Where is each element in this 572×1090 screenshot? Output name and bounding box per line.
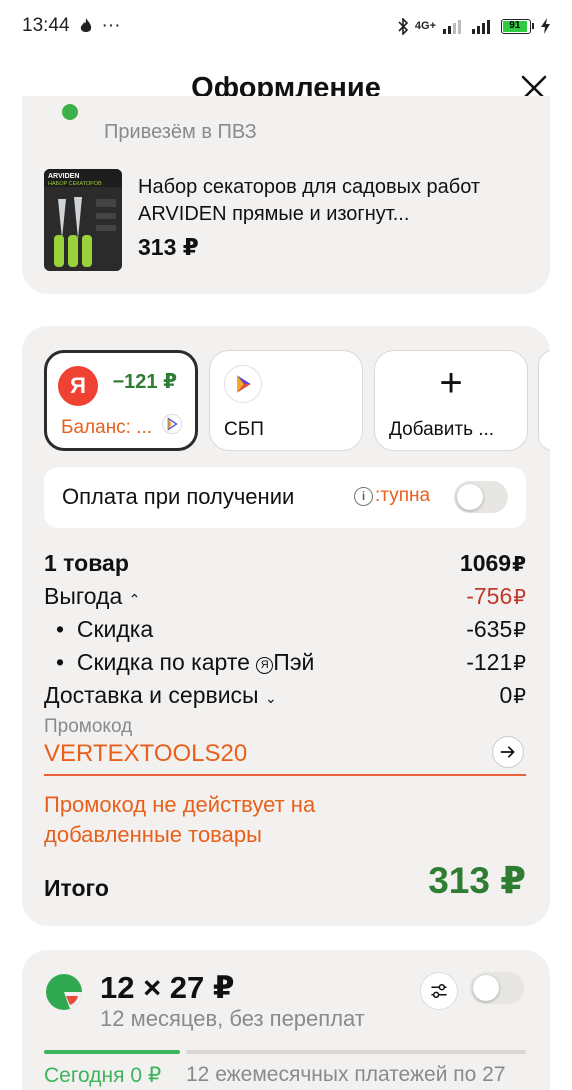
flame-icon xyxy=(80,18,91,32)
chevron-up-icon: ⌃ xyxy=(128,591,141,607)
yandex-pay-icon: Я xyxy=(256,657,274,674)
card-discount-label: Скидка по карте xyxy=(76,649,250,675)
benefit-label: Выгода xyxy=(44,583,123,609)
installments-label: 12 ежемесячных платежей по 27 xyxy=(186,1063,506,1086)
items-label: 1 товар xyxy=(44,550,129,576)
delivery-services-value: 0 xyxy=(499,682,513,708)
balance-amount: −121 ₽ xyxy=(112,371,177,393)
network-type: 4G+ xyxy=(414,20,436,32)
split-card: 12 × 27 ₽ 12 месяцев, без переплат Сегод… xyxy=(22,950,550,1090)
bluetooth-icon xyxy=(398,17,408,35)
items-value: 1069 xyxy=(459,550,512,576)
promo-error: Промокод не действует на добавленные тов… xyxy=(44,792,316,847)
discount-value: -635 xyxy=(466,616,513,642)
signal-icon-1 xyxy=(443,20,461,34)
pickup-point-icon xyxy=(62,104,78,120)
svg-text:ARVIDEN: ARVIDEN xyxy=(48,173,79,180)
balance-label: Баланс: ... xyxy=(61,417,153,438)
cash-on-delivery-row[interactable]: Оплата при получении i :тупна xyxy=(44,467,526,528)
total-value: 313 ₽ xyxy=(428,860,526,901)
cash-on-delivery-note: :тупна xyxy=(375,485,431,506)
cash-on-delivery-toggle[interactable] xyxy=(454,481,508,513)
discount-row: • Скидка -635₽ xyxy=(56,616,526,642)
delivery-services-label: Доставка и сервисы xyxy=(44,682,259,708)
promo-code-input[interactable]: VERTEXTOOLS20 xyxy=(44,740,247,768)
cash-on-delivery-label: Оплата при получении xyxy=(62,484,295,509)
split-subtitle: 12 месяцев, без переплат xyxy=(100,1006,365,1031)
product-price: 313 ₽ xyxy=(138,234,199,260)
benefit-row[interactable]: Выгода ⌃ -756₽ xyxy=(44,583,526,610)
product-name[interactable]: Набор секаторов для садовых работ ARVIDE… xyxy=(138,174,534,228)
status-time: 13:44 xyxy=(22,15,70,36)
sbp-logo-icon xyxy=(224,365,262,403)
order-card: Привезём в ПВЗ ARVIDEN НАБОР СЕКАТОРОВ Н… xyxy=(22,96,550,294)
total-label: Итого xyxy=(44,875,109,901)
delivery-services-row[interactable]: Доставка и сервисы ⌄ 0₽ xyxy=(44,682,526,709)
delivery-method: Привезём в ПВЗ xyxy=(104,121,257,143)
sbp-label: СБП xyxy=(224,419,264,440)
sbp-small-icon xyxy=(162,414,182,434)
card-discount-brand: Пэй xyxy=(273,649,315,675)
product-image[interactable]: ARVIDEN НАБОР СЕКАТОРОВ xyxy=(44,169,122,271)
promo-label: Промокод xyxy=(44,716,133,737)
payment-method-sbp[interactable]: СБП xyxy=(209,350,363,451)
info-icon[interactable]: i xyxy=(354,487,373,506)
yandex-logo-icon: Я xyxy=(58,366,98,406)
promo-underline xyxy=(44,774,526,776)
discount-label: Скидка xyxy=(76,616,154,642)
items-row: 1 товар 1069₽ xyxy=(44,550,526,576)
today-progress xyxy=(44,1050,180,1054)
status-more: ··· xyxy=(101,15,121,36)
card-discount-value: -121 xyxy=(466,649,513,675)
chevron-down-icon: ⌄ xyxy=(264,690,277,706)
payment-method-balance[interactable]: Я −121 ₽ Баланс: ... xyxy=(44,350,198,451)
status-bar: 13:44 ··· 4G+ 91 xyxy=(0,0,572,52)
card-discount-row: • Скидка по карте Я Пэй -121₽ xyxy=(56,649,526,675)
add-payment-label: Добавить ... xyxy=(389,419,495,440)
plus-icon: + xyxy=(439,361,463,405)
payment-method-more[interactable] xyxy=(538,350,550,451)
split-toggle[interactable] xyxy=(470,972,524,1004)
battery-icon: 91 xyxy=(501,18,534,34)
charging-icon xyxy=(541,18,550,34)
svg-text:НАБОР СЕКАТОРОВ: НАБОР СЕКАТОРОВ xyxy=(48,181,102,187)
sliders-icon[interactable] xyxy=(420,972,458,1010)
benefit-value: -756 xyxy=(466,583,513,609)
battery-level: 91 xyxy=(503,20,527,32)
today-label: Сегодня 0 ₽ xyxy=(44,1064,162,1087)
split-title: 12 × 27 ₽ xyxy=(100,970,235,1005)
installments-progress xyxy=(186,1050,526,1054)
split-logo-icon xyxy=(46,974,83,1010)
payment-card: Я −121 ₽ Баланс: ... СБП + Добавить ... … xyxy=(22,326,550,926)
arrow-right-icon[interactable] xyxy=(492,736,524,768)
add-payment-method-button[interactable]: + Добавить ... xyxy=(374,350,528,451)
pruner-set-image: ARVIDEN НАБОР СЕКАТОРОВ xyxy=(44,169,122,271)
signal-icon-2 xyxy=(472,20,490,34)
